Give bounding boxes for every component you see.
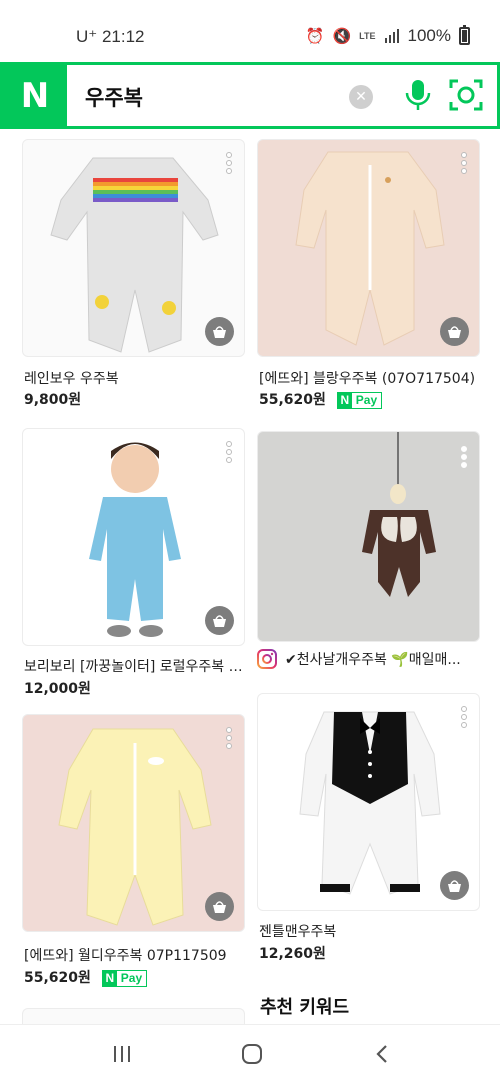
product-image[interactable] (257, 139, 480, 357)
system-nav-bar (0, 1024, 500, 1083)
more-options-icon[interactable] (461, 446, 469, 470)
shopping-bag-icon[interactable] (205, 606, 234, 635)
more-options-icon[interactable] (461, 706, 469, 730)
home-icon (242, 1044, 262, 1064)
status-bar: U⁺ 21:12 ⏰ 🔇 LTE 100% (0, 0, 500, 60)
product-card[interactable]: 레인보우 우주복 9,800원 (22, 139, 245, 419)
npay-badge: N Pay (336, 391, 383, 409)
alarm-icon: ⏰ (305, 28, 325, 45)
more-options-icon[interactable] (226, 727, 234, 751)
shopping-bag-icon[interactable] (440, 871, 469, 900)
recommend-keywords-title: 추천 키워드 (260, 997, 350, 1018)
product-title-row[interactable]: ✔천사날개우주복 🌱매일매... (257, 649, 480, 669)
instagram-icon (257, 649, 277, 669)
product-price: 12,000원 (24, 681, 91, 697)
product-title[interactable]: 보리보리 [까꿍놀이터] 로럴우주복 -... (24, 656, 246, 676)
product-card[interactable]: [에뜨와] 블랑우주복 (07O717504) 55,620원 N Pay (257, 139, 480, 419)
product-image[interactable] (257, 431, 480, 642)
product-title[interactable]: ✔천사날개우주복 🌱매일매... (285, 649, 461, 669)
product-price: 12,260원 (259, 946, 326, 962)
back-icon (376, 1045, 387, 1063)
product-title[interactable]: [에뜨와] 블랑우주복 (07O717504) (259, 368, 479, 388)
battery-icon (459, 25, 470, 45)
product-card-partial[interactable] (22, 1008, 245, 1024)
product-image[interactable] (257, 693, 480, 911)
product-card[interactable]: ✔천사날개우주복 🌱매일매... (257, 431, 480, 679)
product-price-row: 55,620원 N Pay (24, 967, 148, 987)
more-options-icon[interactable] (461, 152, 469, 176)
search-input[interactable]: 우주복 (85, 82, 143, 112)
lte-icon: LTE (359, 31, 376, 41)
shopping-bag-icon[interactable] (205, 317, 234, 346)
product-image[interactable] (22, 714, 245, 932)
product-title[interactable]: [에뜨와] 월디우주복 07P117509 (24, 945, 246, 965)
status-icons: ⏰ 🔇 LTE 100% (305, 25, 470, 46)
more-options-icon[interactable] (226, 441, 234, 465)
more-options-icon[interactable] (226, 152, 234, 176)
battery-percent: 100% (407, 26, 451, 45)
shopping-bag-icon[interactable] (205, 892, 234, 921)
product-card[interactable]: [에뜨와] 월디우주복 07P117509 55,620원 N Pay (22, 714, 245, 989)
recent-apps-button[interactable] (102, 1039, 142, 1069)
home-button[interactable] (232, 1039, 272, 1069)
product-price: 55,620원 (24, 970, 91, 986)
angel-wing-romper-image (362, 432, 436, 597)
back-button[interactable] (362, 1039, 402, 1069)
product-card[interactable]: 젠틀맨우주복 12,260원 (257, 693, 480, 965)
product-price: 9,800원 (24, 392, 82, 408)
carrier-time: U⁺ 21:12 (76, 27, 145, 46)
microphone-icon[interactable] (403, 78, 433, 112)
clear-icon[interactable]: ✕ (349, 85, 373, 109)
recent-apps-icon (114, 1046, 130, 1062)
product-title[interactable]: 레인보우 우주복 (24, 368, 244, 388)
mute-icon: 🔇 (332, 28, 352, 45)
signal-icon (384, 29, 399, 43)
product-title[interactable]: 젠틀맨우주복 (259, 921, 479, 941)
npay-badge: N Pay (101, 969, 148, 987)
naver-logo[interactable]: N (3, 65, 67, 126)
product-image[interactable] (22, 139, 245, 357)
product-price-row: 55,620원 N Pay (259, 389, 383, 409)
camera-lens-icon[interactable] (449, 79, 483, 111)
search-bar: N 우주복 ✕ (0, 62, 500, 129)
product-image[interactable] (22, 428, 245, 646)
shopping-bag-icon[interactable] (440, 317, 469, 346)
product-price: 55,620원 (259, 392, 326, 408)
product-card[interactable]: 보리보리 [까꿍놀이터] 로럴우주복 -... 12,000원 (22, 428, 246, 703)
